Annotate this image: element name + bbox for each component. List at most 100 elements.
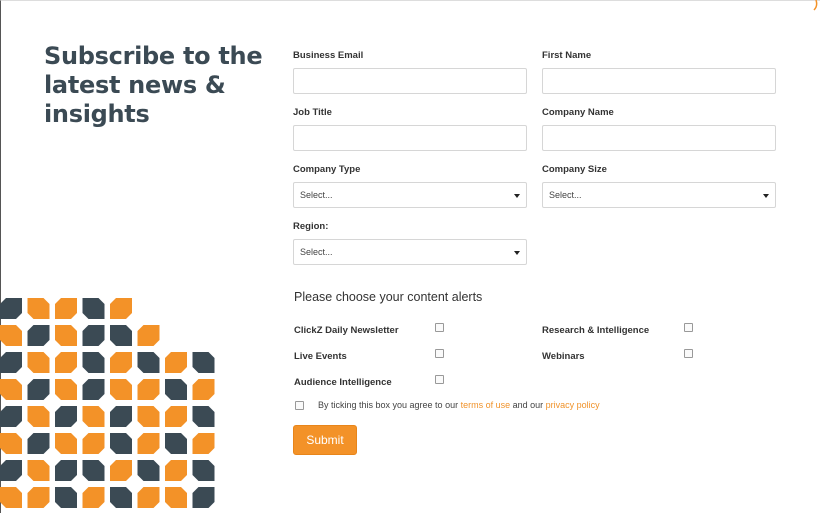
consent-text: By ticking this box you agree to our ter… — [318, 400, 600, 410]
pattern-tile — [137, 433, 160, 454]
pattern-tile — [137, 379, 160, 400]
pattern-tile — [165, 433, 187, 454]
pattern-tile — [82, 298, 105, 319]
pattern-tile — [110, 487, 132, 508]
region-select[interactable]: Select... — [293, 239, 527, 265]
alert-label-clickz-daily: ClickZ Daily Newsletter — [294, 325, 399, 336]
alert-label-audience: Audience Intelligence — [294, 377, 392, 388]
job-title-group: Job Title — [293, 107, 527, 151]
content-alerts-title: Please choose your content alerts — [294, 290, 483, 304]
pattern-tile — [55, 298, 77, 319]
job-title-input[interactable] — [293, 125, 527, 151]
pattern-tile — [165, 487, 187, 508]
caret-down-icon — [763, 194, 769, 198]
pattern-tile — [55, 352, 77, 373]
pattern-tile — [110, 379, 132, 400]
pattern-tile — [0, 379, 22, 400]
pattern-tile — [0, 325, 22, 346]
pattern-tile — [0, 433, 22, 454]
company-type-label: Company Type — [293, 164, 361, 175]
pattern-tile — [55, 487, 77, 508]
business-email-group: Business Email — [293, 50, 527, 94]
pattern-tile — [137, 487, 160, 508]
pattern-tile — [55, 460, 77, 481]
region-label: Region: — [293, 221, 329, 232]
alert-label-live-events: Live Events — [294, 351, 347, 362]
consent-prefix: By ticking this box you agree to our — [318, 400, 461, 410]
first-name-label: First Name — [542, 50, 592, 61]
business-email-input[interactable] — [293, 68, 527, 94]
caret-down-icon — [514, 251, 520, 255]
company-name-input[interactable] — [542, 125, 776, 151]
pattern-tile — [27, 433, 50, 454]
terms-of-use-link[interactable]: terms of use — [461, 400, 511, 410]
pattern-tile — [27, 379, 50, 400]
alert-checkbox-research[interactable] — [684, 323, 693, 332]
pattern-tile — [192, 487, 215, 508]
pattern-tile — [110, 460, 132, 481]
pattern-tile — [110, 433, 132, 454]
business-email-label: Business Email — [293, 50, 364, 61]
pattern-tile — [27, 406, 50, 427]
region-group: Region: Select... — [293, 221, 527, 265]
first-name-group: First Name — [542, 50, 776, 94]
pattern-tile — [192, 460, 215, 481]
pattern-tile — [27, 325, 50, 346]
pattern-tile — [192, 406, 215, 427]
alert-checkbox-webinars[interactable] — [684, 349, 693, 358]
region-value: Select... — [300, 247, 333, 257]
consent-middle: and our — [510, 400, 546, 410]
company-size-value: Select... — [549, 190, 582, 200]
pattern-tile — [82, 433, 105, 454]
pattern-tile — [110, 298, 132, 319]
pattern-tile — [0, 406, 22, 427]
caret-down-icon — [514, 194, 520, 198]
company-type-select[interactable]: Select... — [293, 182, 527, 208]
company-type-value: Select... — [300, 190, 333, 200]
pattern-tile — [27, 460, 50, 481]
corner-accent-icon — [813, 0, 818, 11]
pattern-tile — [165, 379, 187, 400]
pattern-tile — [137, 325, 160, 346]
alert-label-webinars: Webinars — [542, 351, 585, 362]
alert-checkbox-clickz-daily[interactable] — [435, 323, 444, 332]
alert-label-research: Research & Intelligence — [542, 325, 650, 336]
company-name-group: Company Name — [542, 107, 776, 151]
pattern-tile — [27, 298, 50, 319]
pattern-tile — [165, 406, 187, 427]
company-size-select[interactable]: Select... — [542, 182, 776, 208]
pattern-tile — [0, 352, 22, 373]
pattern-tile — [82, 487, 105, 508]
pattern-tile — [137, 406, 160, 427]
pattern-tile — [55, 433, 77, 454]
pattern-tile — [137, 352, 160, 373]
pattern-tile — [192, 352, 215, 373]
pattern-tile — [0, 298, 22, 319]
pattern-tile — [110, 406, 132, 427]
first-name-input[interactable] — [542, 68, 776, 94]
pattern-tile — [82, 325, 105, 346]
pattern-tile — [192, 433, 215, 454]
company-size-label: Company Size — [542, 164, 607, 175]
pattern-tile — [55, 406, 77, 427]
pattern-tile — [165, 352, 187, 373]
pattern-tile — [82, 460, 105, 481]
pattern-tile — [0, 487, 22, 508]
company-size-group: Company Size Select... — [542, 164, 776, 208]
page-title: Subscribe to the latest news & insights — [44, 42, 263, 128]
job-title-label: Job Title — [293, 107, 332, 118]
alert-checkbox-audience[interactable] — [435, 375, 444, 384]
pattern-tile — [0, 460, 22, 481]
privacy-policy-link[interactable]: privacy policy — [546, 400, 600, 410]
pattern-tile — [110, 325, 132, 346]
alert-checkbox-live-events[interactable] — [435, 349, 444, 358]
company-type-group: Company Type Select... — [293, 164, 527, 208]
pattern-tile — [82, 379, 105, 400]
pattern-tile — [27, 487, 50, 508]
submit-button[interactable]: Submit — [293, 425, 357, 455]
pattern-tile — [82, 352, 105, 373]
consent-checkbox[interactable] — [295, 401, 304, 410]
pattern-tile — [165, 460, 187, 481]
pattern-tile — [55, 325, 77, 346]
decorative-pattern — [0, 298, 215, 508]
